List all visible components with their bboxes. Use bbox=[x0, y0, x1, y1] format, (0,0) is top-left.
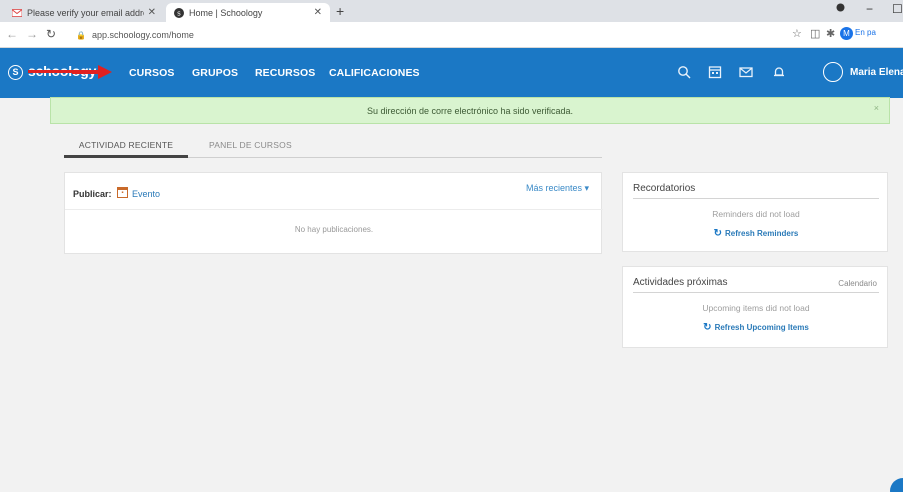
nav-recursos[interactable]: RECURSOS bbox=[255, 67, 315, 79]
close-tab-icon[interactable]: ✕ bbox=[310, 7, 322, 18]
email-verified-banner: Su dirección de corre electrónico ha sid… bbox=[50, 97, 890, 124]
user-avatar[interactable] bbox=[823, 62, 843, 82]
nav-cursos[interactable]: CURSOS bbox=[129, 67, 175, 79]
tab-actividad-reciente[interactable]: ACTIVIDAD RECIENTE bbox=[64, 140, 188, 158]
reminders-title: Recordatorios bbox=[633, 183, 696, 194]
browser-toolbar: ← → ↻ 🔒 app.schoology.com/home ☆ ◫ ✱ M E… bbox=[0, 22, 903, 48]
browser-tab-title: Home | Schoology bbox=[189, 7, 263, 18]
refresh-reminders-label: Refresh Reminders bbox=[725, 229, 799, 238]
banner-message: Su dirección de corre electrónico ha sid… bbox=[366, 105, 574, 116]
refresh-icon: ↻ bbox=[713, 228, 723, 239]
refresh-upcoming-label: Refresh Upcoming Items bbox=[714, 323, 809, 332]
reminders-panel: Recordatorios Reminders did not load ↻ Re… bbox=[622, 172, 888, 252]
messages-icon[interactable] bbox=[735, 61, 757, 83]
maximize-button[interactable]: ☐ bbox=[892, 2, 903, 16]
sort-dropdown[interactable]: Más recientes ▾ bbox=[526, 183, 589, 194]
new-tab-button[interactable]: + bbox=[336, 3, 344, 19]
profile-label: En pa bbox=[855, 28, 876, 37]
calendar-icon[interactable] bbox=[704, 61, 726, 83]
upcoming-panel: Actividades próximas Calendario Upcoming… bbox=[622, 266, 888, 348]
forward-icon[interactable]: → bbox=[26, 27, 38, 41]
reminders-divider bbox=[633, 198, 879, 199]
bookmark-star-icon[interactable]: ☆ bbox=[792, 27, 802, 40]
event-calendar-icon[interactable]: ▪ bbox=[117, 187, 128, 198]
profile-avatar[interactable]: M bbox=[840, 27, 853, 40]
browser-tab-title: Please verify your email addres bbox=[27, 7, 144, 18]
schoology-header: S schoology CURSOS GRUPOS RECURSOS CALIF… bbox=[0, 48, 903, 98]
browser-tab-strip: Please verify your email addres ✕ s Home… bbox=[0, 0, 903, 22]
banner-close-icon[interactable]: × bbox=[874, 103, 879, 113]
upcoming-title: Actividades próximas bbox=[633, 277, 728, 288]
address-bar[interactable]: 🔒 app.schoology.com/home bbox=[76, 26, 766, 44]
refresh-upcoming-button[interactable]: ↻ Refresh Upcoming Items bbox=[623, 322, 889, 333]
red-arrow-annotation-icon bbox=[72, 65, 112, 79]
lock-icon: 🔒 bbox=[76, 30, 86, 40]
publish-label: Publicar: bbox=[73, 189, 112, 199]
minimize-button[interactable]: − bbox=[866, 2, 873, 16]
calendar-link[interactable]: Calendario bbox=[838, 279, 877, 288]
event-link[interactable]: Evento bbox=[132, 189, 160, 199]
help-chat-button[interactable] bbox=[890, 478, 903, 492]
tab-panel-de-cursos[interactable]: PANEL DE CURSOS bbox=[209, 140, 292, 150]
schoology-logo-icon[interactable]: S bbox=[8, 65, 23, 80]
activity-feed: Publicar: ▪ Evento Más recientes ▾ No ha… bbox=[64, 172, 603, 254]
browser-tab-gmail[interactable]: Please verify your email addres ✕ bbox=[4, 3, 164, 22]
search-icon[interactable] bbox=[673, 61, 695, 83]
notifications-bell-icon[interactable] bbox=[768, 61, 790, 83]
empty-feed-message: No hay publicaciones. bbox=[294, 225, 374, 234]
upcoming-divider bbox=[633, 292, 879, 293]
refresh-reminders-button[interactable]: ↻ Refresh Reminders bbox=[623, 228, 889, 239]
extensions-puzzle-icon[interactable]: ✱ bbox=[826, 27, 835, 40]
user-name[interactable]: Maria Elena bbox=[850, 67, 903, 78]
extension-icon[interactable]: ◫ bbox=[810, 27, 820, 40]
reload-icon[interactable]: ↻ bbox=[46, 27, 56, 41]
nav-grupos[interactable]: GRUPOS bbox=[192, 67, 238, 79]
reminders-error-message: Reminders did not load bbox=[712, 209, 800, 219]
refresh-icon: ↻ bbox=[703, 322, 712, 333]
nav-calificaciones[interactable]: CALIFICACIONES bbox=[329, 67, 420, 79]
browser-tab-schoology[interactable]: s Home | Schoology ✕ bbox=[166, 3, 330, 22]
close-tab-icon[interactable]: ✕ bbox=[144, 7, 156, 18]
svg-text:s: s bbox=[177, 9, 181, 17]
upcoming-error-message: Upcoming items did not load bbox=[702, 303, 810, 313]
chrome-menu-icon[interactable] bbox=[835, 2, 846, 16]
home-tabs: ACTIVIDAD RECIENTE PANEL DE CURSOS bbox=[64, 136, 602, 158]
schoology-icon: s bbox=[174, 7, 184, 18]
url-text: app.schoology.com/home bbox=[91, 30, 194, 40]
gmail-icon bbox=[12, 8, 22, 17]
feed-divider bbox=[65, 209, 603, 210]
back-icon[interactable]: ← bbox=[6, 27, 18, 41]
